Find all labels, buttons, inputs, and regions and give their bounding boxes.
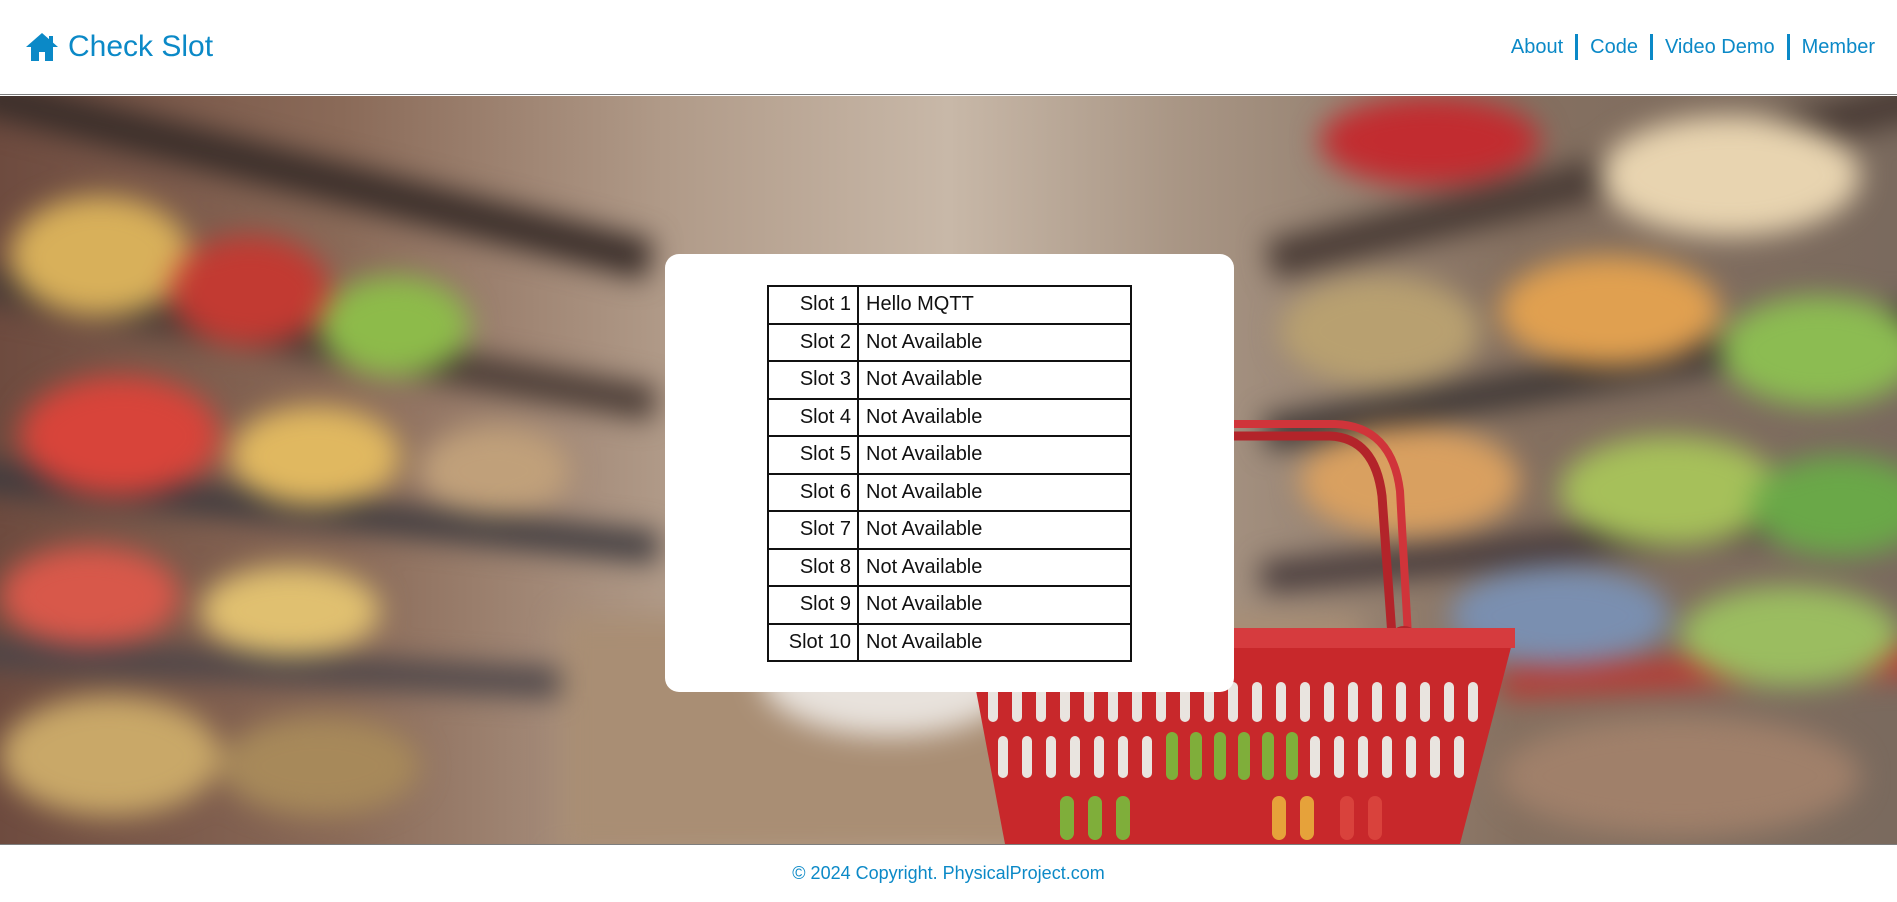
slot-status: Not Available xyxy=(857,322,1132,362)
table-row: Slot 8 Not Available xyxy=(767,547,1132,587)
slot-status: Not Available xyxy=(857,360,1132,400)
site-header: Check Slot About Code Video Demo Member xyxy=(0,0,1897,95)
slot-status: Not Available xyxy=(857,397,1132,437)
slot-label: Slot 2 xyxy=(767,322,859,362)
slot-label: Slot 1 xyxy=(767,285,859,325)
slot-status-card: Slot 1 Hello MQTT Slot 2 Not Available S… xyxy=(665,254,1234,692)
slot-label: Slot 5 xyxy=(767,435,859,475)
table-row: Slot 1 Hello MQTT xyxy=(767,285,1132,325)
slot-label: Slot 4 xyxy=(767,397,859,437)
slot-status: Hello MQTT xyxy=(857,285,1132,325)
slot-status: Not Available xyxy=(857,510,1132,550)
table-row: Slot 3 Not Available xyxy=(767,360,1132,400)
table-row: Slot 2 Not Available xyxy=(767,322,1132,362)
slot-status: Not Available xyxy=(857,435,1132,475)
site-title: Check Slot xyxy=(68,30,214,63)
table-row: Slot 7 Not Available xyxy=(767,510,1132,550)
table-row: Slot 5 Not Available xyxy=(767,435,1132,475)
slot-label: Slot 6 xyxy=(767,472,859,512)
nav-member[interactable]: Member xyxy=(1790,34,1875,60)
nav-video-demo[interactable]: Video Demo xyxy=(1653,34,1787,60)
site-footer: © 2024 Copyright. PhysicalProject.com xyxy=(0,844,1897,902)
hero-background: Slot 1 Hello MQTT Slot 2 Not Available S… xyxy=(0,96,1897,844)
table-row: Slot 10 Not Available xyxy=(767,622,1132,662)
slot-label: Slot 7 xyxy=(767,510,859,550)
main-nav: About Code Video Demo Member xyxy=(1499,34,1875,60)
slot-status: Not Available xyxy=(857,472,1132,512)
table-row: Slot 9 Not Available xyxy=(767,585,1132,625)
slot-status: Not Available xyxy=(857,622,1132,662)
slot-label: Slot 9 xyxy=(767,585,859,625)
slot-label: Slot 3 xyxy=(767,360,859,400)
home-link[interactable]: Check Slot xyxy=(24,31,213,63)
slot-status: Not Available xyxy=(857,547,1132,587)
nav-about[interactable]: About xyxy=(1499,34,1575,60)
nav-code[interactable]: Code xyxy=(1578,34,1650,60)
slot-label: Slot 8 xyxy=(767,547,859,587)
slot-status: Not Available xyxy=(857,585,1132,625)
table-row: Slot 4 Not Available xyxy=(767,397,1132,437)
table-row: Slot 6 Not Available xyxy=(767,472,1132,512)
home-icon xyxy=(24,31,60,63)
copyright-text: © 2024 Copyright. PhysicalProject.com xyxy=(792,863,1105,883)
slot-label: Slot 10 xyxy=(767,622,859,662)
slot-table: Slot 1 Hello MQTT Slot 2 Not Available S… xyxy=(767,285,1132,662)
